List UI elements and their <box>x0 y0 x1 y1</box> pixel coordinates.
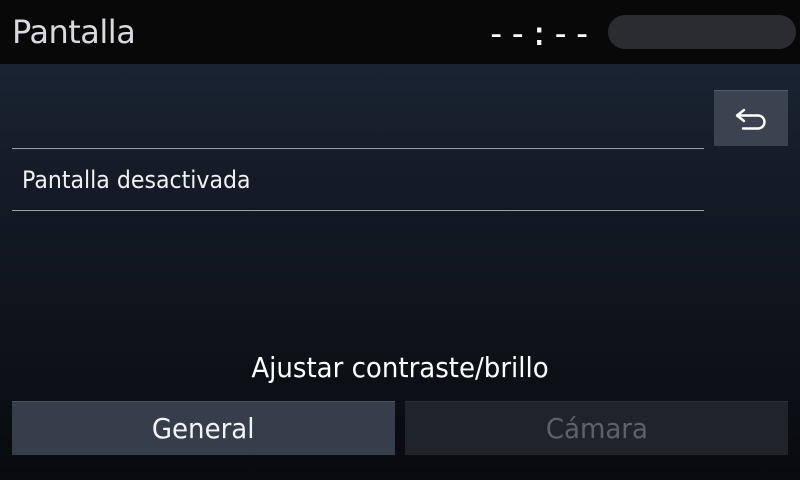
status-indicator-pill <box>608 15 796 49</box>
back-button[interactable] <box>714 90 788 146</box>
list-item-screen-off[interactable]: Pantalla desactivada <box>12 149 704 210</box>
display-settings-screen: Pantalla --:-- Pantalla desactivada Ajus… <box>0 0 800 480</box>
camera-button-label: Cámara <box>545 411 648 445</box>
list-divider-bottom <box>12 210 704 211</box>
camera-button[interactable]: Cámara <box>405 401 788 455</box>
status-bar: Pantalla --:-- <box>0 0 800 64</box>
clock-display: --:-- <box>486 14 594 54</box>
page-title: Pantalla <box>12 13 136 51</box>
general-button[interactable]: General <box>12 401 395 455</box>
list-item-label: Pantalla desactivada <box>22 166 251 194</box>
adjust-contrast-brightness-label: Ajustar contraste/brillo <box>251 351 549 384</box>
general-button-label: General <box>152 411 255 445</box>
return-arrow-icon <box>735 108 766 130</box>
